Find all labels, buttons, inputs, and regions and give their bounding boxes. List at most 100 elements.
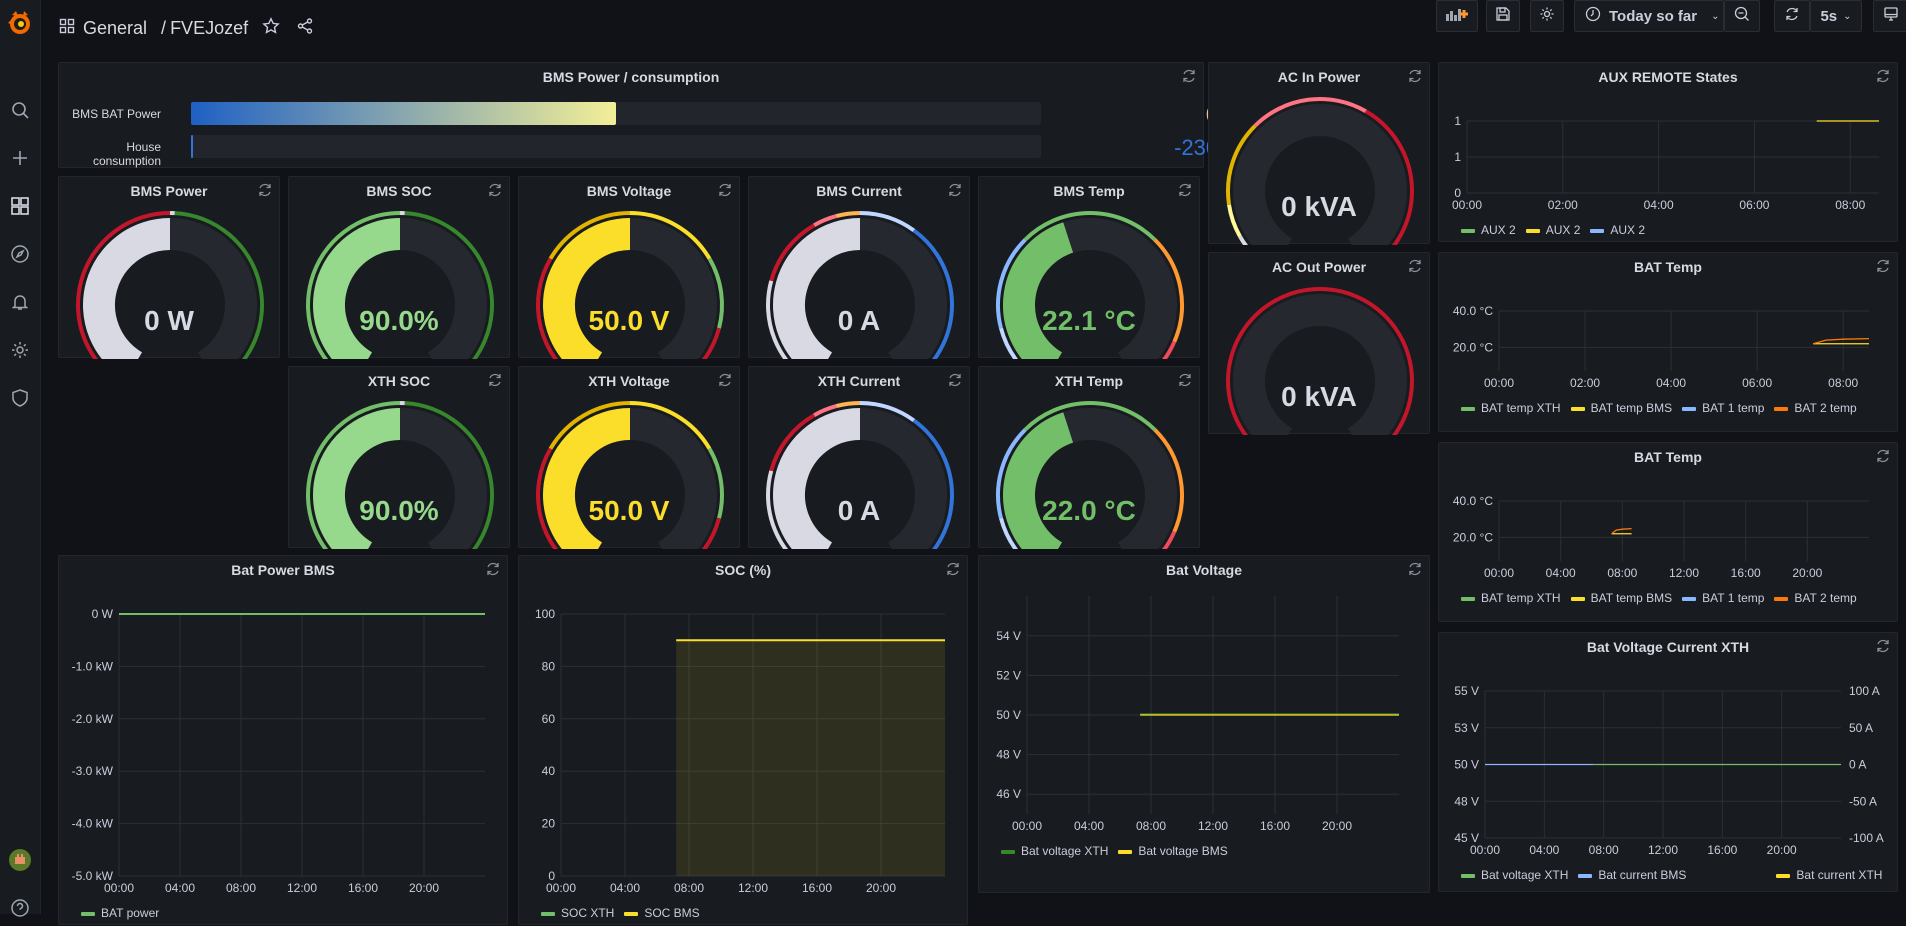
legend-item[interactable]: BAT power [81, 906, 159, 920]
y-tick-label: 40 [542, 764, 556, 778]
legend-item[interactable]: Bat current BMS [1578, 868, 1686, 882]
dashboard-settings-button[interactable] [1530, 0, 1564, 32]
compass-icon[interactable] [8, 242, 32, 266]
bar-track-house-consumption [191, 135, 1041, 158]
legend-swatch [1578, 874, 1592, 878]
y-tick-label: -1.0 kW [72, 659, 114, 673]
avatar[interactable] [8, 848, 32, 872]
folder-link[interactable]: General [83, 18, 147, 39]
legend-item[interactable]: Bat current XTH [1776, 868, 1882, 882]
y-tick-label: 55 V [1454, 684, 1479, 698]
legend-swatch [1001, 850, 1015, 854]
legend-label: SOC XTH [561, 906, 614, 920]
gauge-value: 0 W [59, 305, 279, 337]
tv-mode-button[interactable] [1873, 0, 1906, 32]
bell-icon[interactable] [8, 290, 32, 314]
time-range-picker[interactable]: Today so far ⌄ [1574, 0, 1724, 32]
shield-icon[interactable] [8, 386, 32, 410]
x-tick-label: 04:00 [165, 881, 195, 895]
x-tick-label: 20:00 [409, 881, 439, 895]
add-panel-button[interactable] [1436, 0, 1478, 32]
x-tick-label: 00:00 [1470, 843, 1500, 857]
zoom-out-button[interactable] [1724, 0, 1760, 32]
y-tick-label: 50 V [1454, 758, 1479, 772]
legend-item[interactable]: AUX 2 [1526, 223, 1581, 237]
share-icon[interactable] [296, 17, 314, 40]
x-tick-label: 00:00 [546, 881, 576, 895]
legend-item[interactable]: BAT temp BMS [1571, 591, 1673, 605]
legend-swatch [1461, 597, 1475, 601]
legend-item[interactable]: SOC BMS [624, 906, 699, 920]
legend-item[interactable]: Bat voltage XTH [1461, 868, 1568, 882]
chart-legend: Bat voltage XTH Bat current BMS Bat curren… [1461, 868, 1882, 882]
legend-item[interactable]: AUX 2 [1590, 223, 1645, 237]
legend-item[interactable]: BAT temp XTH [1461, 591, 1561, 605]
refresh-interval-picker[interactable]: 5s ⌄ [1810, 0, 1862, 32]
gauge-panel-xth-voltage: XTH Voltage50.0 V [518, 366, 740, 548]
legend-label: BAT temp BMS [1591, 401, 1673, 415]
series-area [676, 640, 945, 876]
dashboards-icon [59, 18, 75, 39]
legend-label: BAT power [101, 906, 159, 920]
gauge-value: 90.0% [289, 305, 509, 337]
chart-panel-bat-voltage: Bat Voltage46 V48 V50 V52 V54 V00:0004:0… [978, 555, 1430, 893]
chart-bat-power-bms: -5.0 kW-4.0 kW-3.0 kW-2.0 kW-1.0 kW0 W00… [59, 556, 509, 926]
y-tick-label: 48 V [996, 748, 1021, 762]
search-icon[interactable] [8, 98, 32, 122]
gauge-panel-bms-current: BMS Current0 A [748, 176, 970, 358]
legend-item[interactable]: Bat voltage XTH [1001, 844, 1108, 858]
legend-item[interactable]: BAT 2 temp [1774, 401, 1856, 415]
y-tick-label: -2.0 kW [72, 712, 114, 726]
bar-fill-house-consumption [191, 135, 193, 158]
gauge-panel-ac-out: AC Out Power0 kVA [1208, 252, 1430, 434]
refresh-icon[interactable] [1181, 68, 1197, 84]
legend-item[interactable]: Bat voltage BMS [1118, 844, 1227, 858]
x-tick-label: 00:00 [1484, 566, 1514, 580]
chart-bat-voltage-current-xth: 45 V48 V50 V53 V55 V-100 A-50 A0 A50 A10… [1439, 633, 1899, 893]
legend-item[interactable]: BAT 1 temp [1682, 591, 1764, 605]
legend-swatch [1776, 874, 1790, 878]
legend-item[interactable]: BAT temp BMS [1571, 401, 1673, 415]
legend-item[interactable]: AUX 2 [1461, 223, 1516, 237]
legend-item[interactable]: BAT 1 temp [1682, 401, 1764, 415]
gauge-track [1249, 120, 1391, 245]
gauge-value-arc [559, 424, 630, 549]
gauge-panel-xth-temp: XTH Temp22.0 °C [978, 366, 1200, 548]
star-icon[interactable] [262, 17, 280, 40]
legend-item[interactable]: SOC XTH [541, 906, 614, 920]
dashboards-icon[interactable] [8, 194, 32, 218]
legend-item[interactable]: BAT 2 temp [1774, 591, 1856, 605]
gauge-value-arc [329, 424, 400, 549]
y-tick-label: -4.0 kW [72, 817, 114, 831]
chart-panel-bat-temp-1: BAT Temp20.0 °C40.0 °C00:0002:0004:0006:… [1438, 252, 1898, 432]
y-tick-label: 50 V [996, 708, 1021, 722]
gauge-panel-bms-soc: BMS SOC90.0% [288, 176, 510, 358]
legend-label: BAT 2 temp [1794, 401, 1856, 415]
gauge-track [1249, 310, 1391, 435]
legend-label: SOC BMS [644, 906, 699, 920]
plus-icon[interactable] [8, 146, 32, 170]
x-tick-label: 08:00 [1607, 566, 1637, 580]
y-tick-label: 20.0 °C [1453, 340, 1493, 354]
zoom-out-icon [1734, 6, 1750, 26]
chart-panel-soc: SOC (%)02040608010000:0004:0008:0012:001… [518, 555, 968, 925]
chart-panel-aux-remote: AUX REMOTE States01100:0002:0004:0006:00… [1438, 62, 1898, 242]
save-dashboard-button[interactable] [1486, 0, 1520, 32]
dashboard-title[interactable]: FVEJozef [170, 18, 248, 39]
panel-bms-power-consumption: BMS Power / consumption BMS BAT Power 0 … [58, 62, 1204, 168]
grafana-logo[interactable] [4, 7, 36, 39]
legend-item[interactable]: BAT temp XTH [1461, 401, 1561, 415]
chart-aux-remote: 01100:0002:0004:0006:0008:00 [1439, 63, 1899, 243]
x-tick-label: 08:00 [1835, 198, 1865, 212]
legend-swatch [1682, 597, 1696, 601]
x-tick-label: 16:00 [1707, 843, 1737, 857]
gear-icon[interactable] [8, 338, 32, 362]
refresh-button[interactable] [1774, 0, 1810, 32]
y-tick-label: 1 [1454, 150, 1461, 164]
legend-label: BAT 1 temp [1702, 591, 1764, 605]
help-icon[interactable] [8, 896, 32, 920]
x-tick-label: 00:00 [1452, 198, 1482, 212]
gauge-value: 0 A [749, 305, 969, 337]
panel-title: BMS Power / consumption [59, 69, 1203, 85]
y-tick-label: 52 V [996, 668, 1021, 682]
